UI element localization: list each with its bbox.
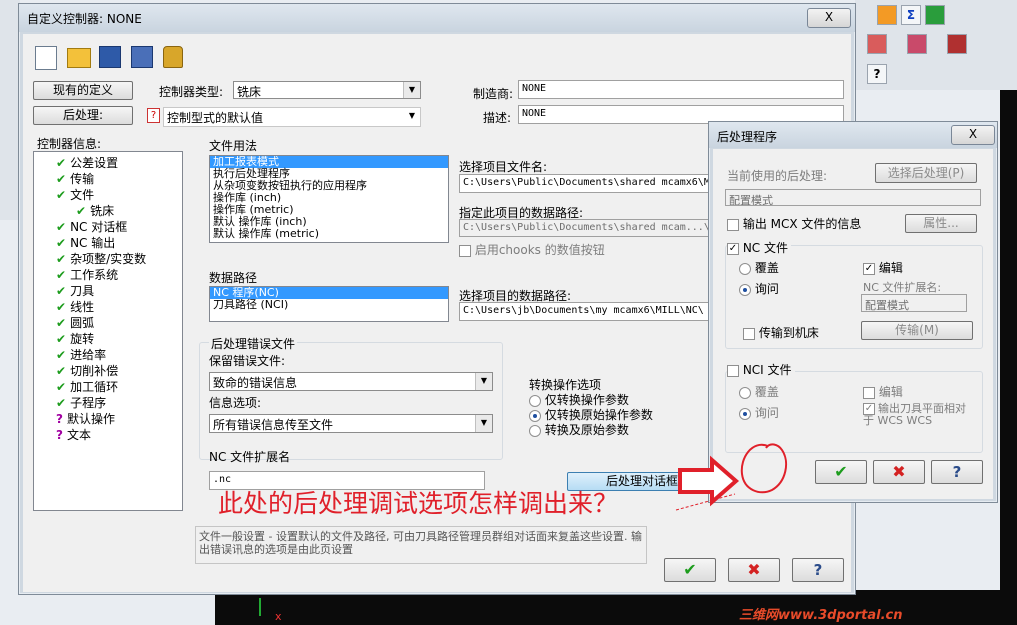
red-circle-icon	[740, 443, 788, 494]
annotation-underline	[675, 493, 736, 511]
annotation-overlay	[675, 443, 788, 511]
red-arrow-icon	[678, 455, 740, 507]
